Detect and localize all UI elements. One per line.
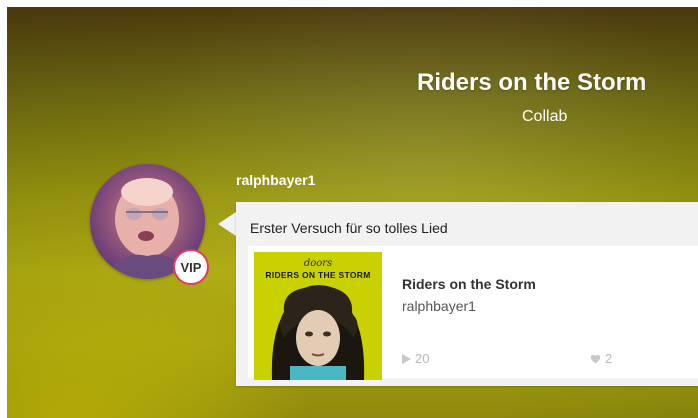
play-count-value: 20: [415, 351, 430, 366]
album-cover[interactable]: doors RIDERS ON THE STORM: [254, 252, 382, 380]
track-title[interactable]: Riders on the Storm: [402, 276, 536, 292]
page-title: Riders on the Storm: [417, 69, 647, 96]
vip-badge: VIP: [173, 249, 209, 285]
play-icon: [402, 353, 411, 364]
play-count: 20: [402, 351, 429, 366]
cover-band-text: doors: [303, 258, 333, 269]
post-card: Erster Versuch für so tolles Lied doors …: [236, 202, 698, 386]
cover-title-text: RIDERS ON THE STORM: [265, 270, 371, 280]
heart-icon: [590, 354, 601, 364]
page-subtitle: Collab: [522, 108, 568, 125]
like-count[interactable]: 2: [590, 351, 612, 366]
post-comment: Erster Versuch für so tolles Lied: [250, 220, 448, 236]
card-pointer: [218, 212, 236, 236]
username-link[interactable]: ralphbayer1: [236, 172, 315, 188]
like-count-value: 2: [605, 351, 613, 366]
track-artist[interactable]: ralphbayer1: [402, 298, 476, 314]
track-item[interactable]: doors RIDERS ON THE STORM Riders on the …: [248, 246, 698, 380]
